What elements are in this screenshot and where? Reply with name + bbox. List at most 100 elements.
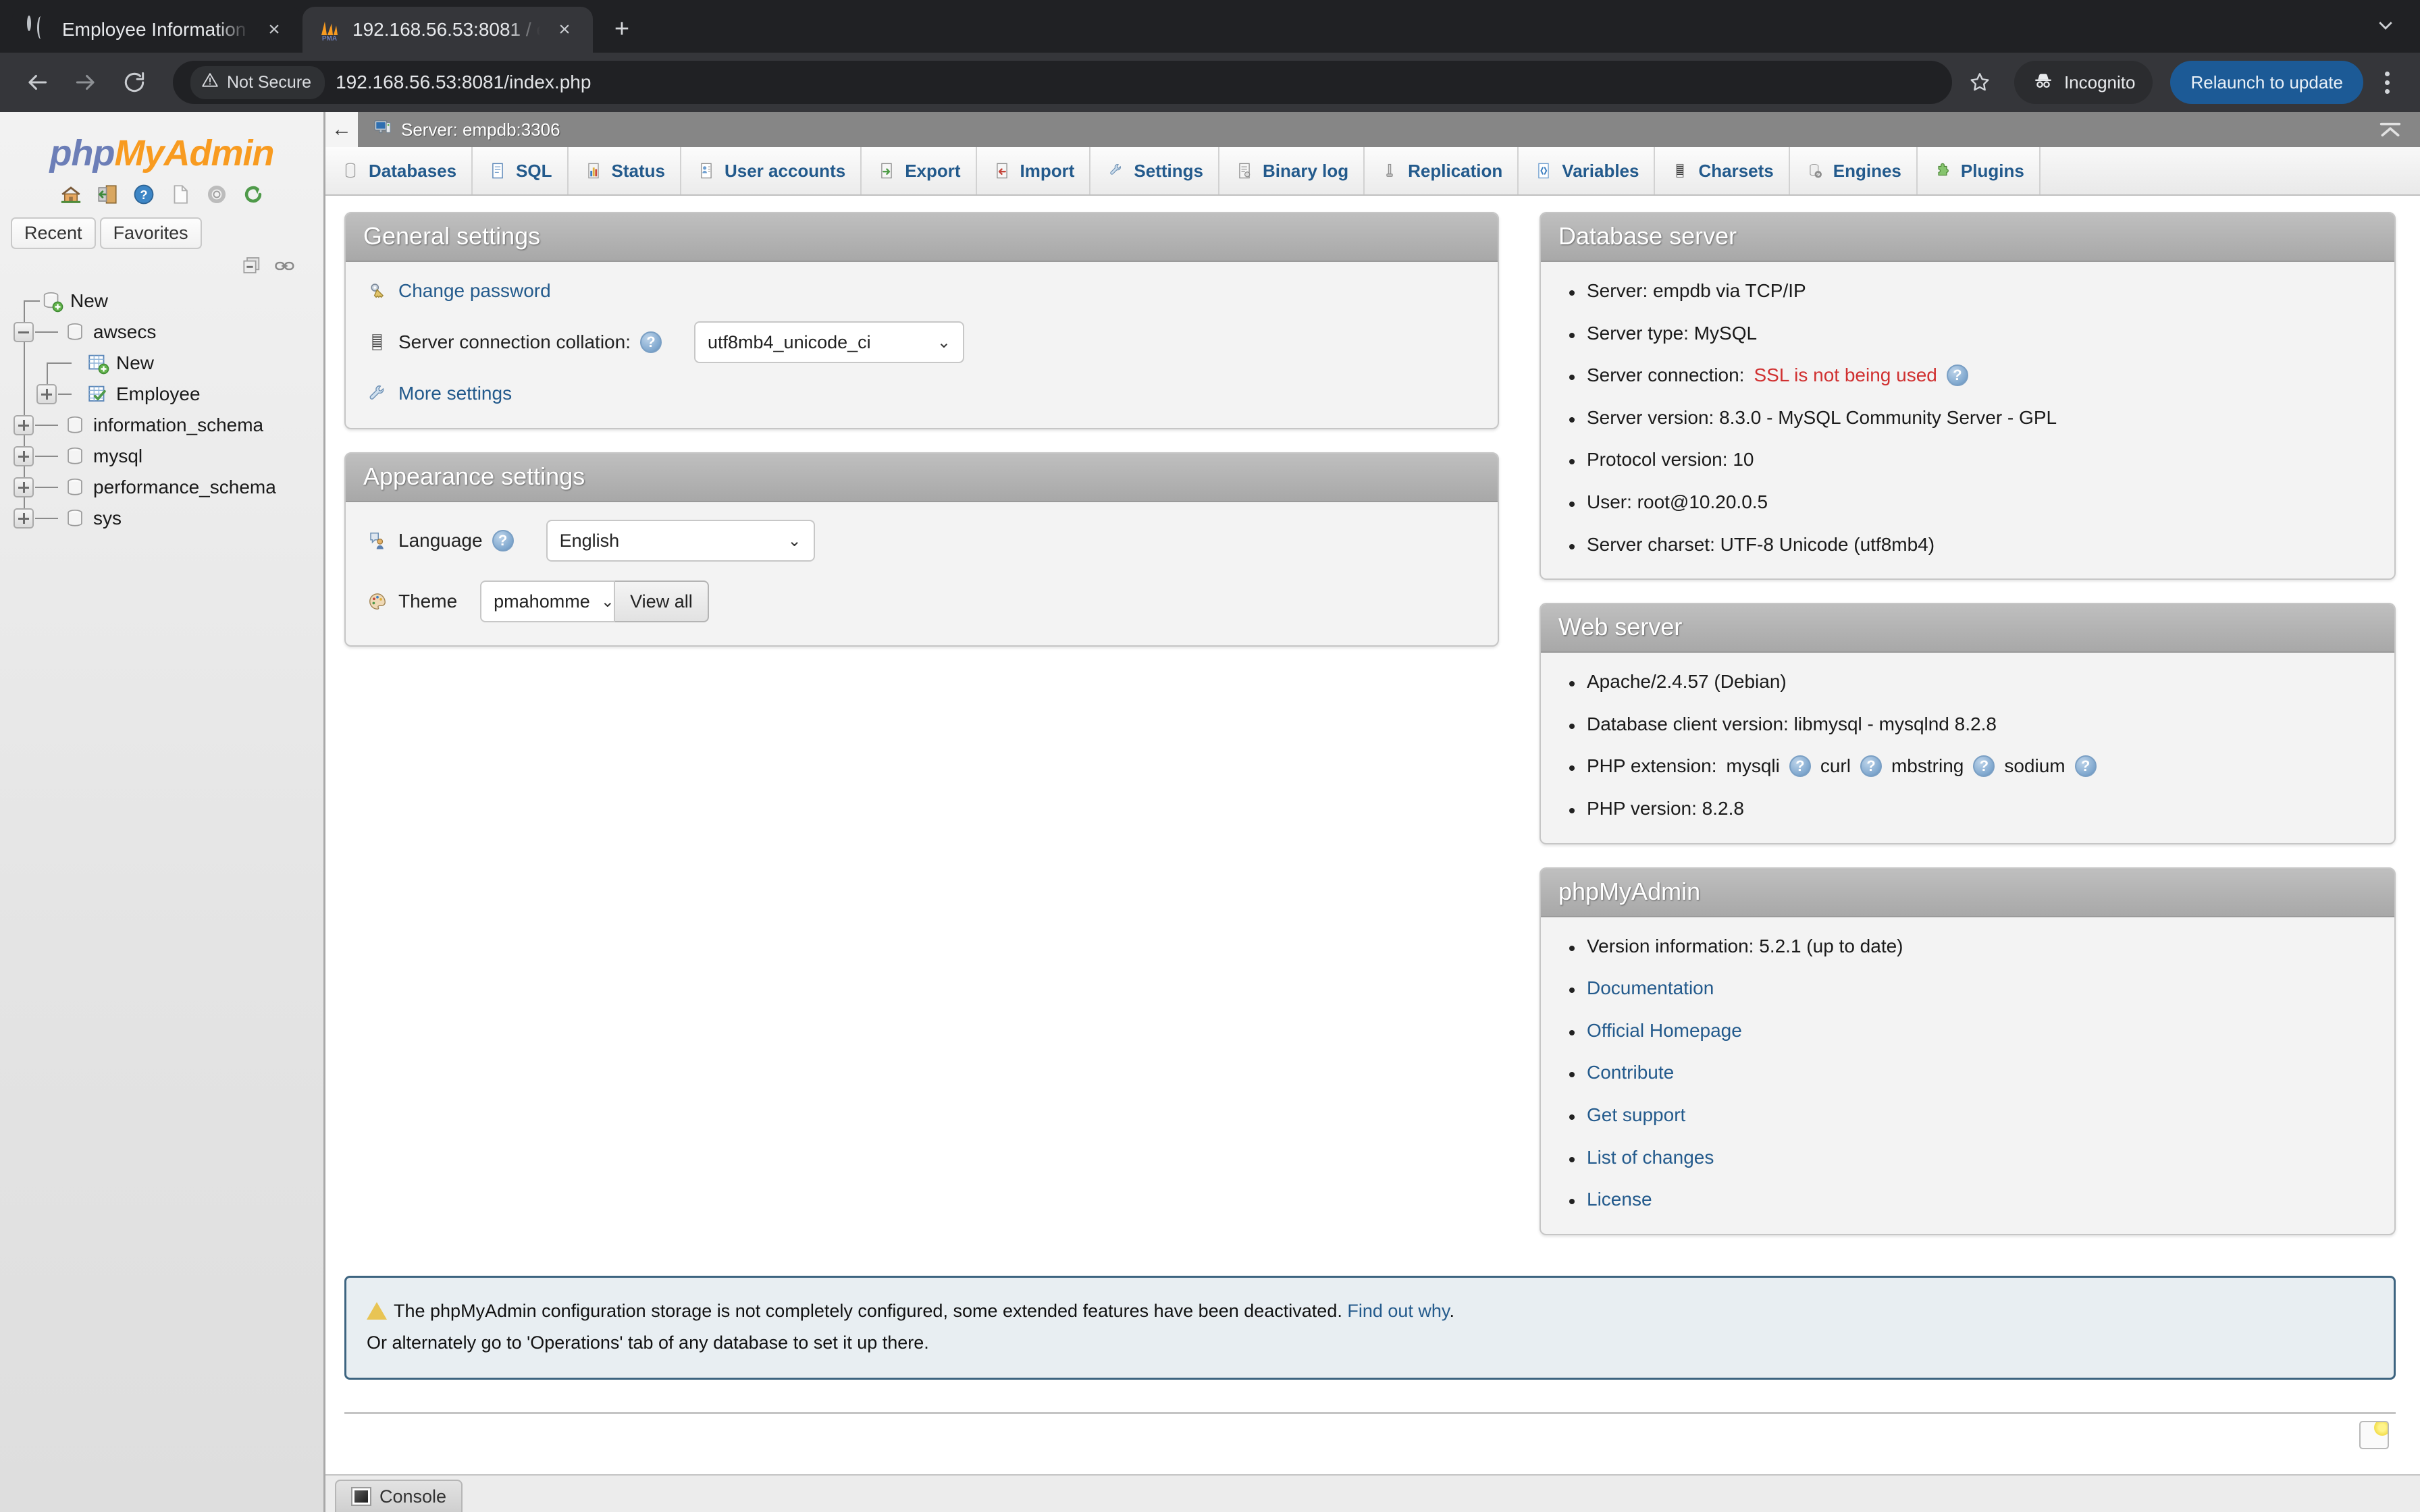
panel-title: Appearance settings — [346, 454, 1498, 502]
incognito-indicator[interactable]: Incognito — [2014, 61, 2153, 104]
documentation-link[interactable]: Documentation — [1587, 977, 1714, 1000]
relaunch-to-update-button[interactable]: Relaunch to update — [2170, 61, 2363, 104]
find-out-why-link[interactable]: Find out why — [1347, 1301, 1449, 1321]
list-item[interactable]: Get support — [1561, 1104, 2374, 1127]
tree-item-awsecs[interactable]: awsecs — [12, 317, 323, 348]
expand-toggle-information-schema[interactable] — [14, 415, 34, 435]
tab-label: SQL — [516, 161, 552, 182]
help-icon[interactable]: ? — [2075, 755, 2097, 777]
link-with-main-panel-icon[interactable] — [273, 256, 296, 276]
close-icon[interactable]: × — [261, 16, 288, 43]
help-icon[interactable]: ? — [492, 530, 514, 551]
documentation-icon[interactable] — [167, 181, 194, 208]
address-bar[interactable]: Not Secure 192.168.56.53:8081/index.php — [173, 61, 1952, 104]
phpmyadmin-logo[interactable]: phpMyAdmin — [0, 132, 323, 174]
new-tab-button[interactable]: + — [602, 9, 641, 49]
list-item[interactable]: License — [1561, 1188, 2374, 1211]
expand-toggle-employee[interactable] — [36, 384, 57, 404]
version-information: Version information: 5.2.1 (up to date) — [1587, 935, 1903, 958]
tab-variables[interactable]: Variables — [1519, 147, 1655, 194]
main-panel: ← Server: empdb:3306 — [325, 112, 2420, 1512]
contribute-link[interactable]: Contribute — [1587, 1061, 1674, 1084]
open-new-window-icon[interactable] — [2359, 1421, 2389, 1449]
change-password-row[interactable]: Change password — [366, 279, 1477, 302]
tree-item-performance-schema[interactable]: performance_schema — [12, 472, 323, 503]
license-link[interactable]: License — [1587, 1188, 1652, 1211]
language-select[interactable]: English ⌄ — [546, 520, 815, 562]
list-item[interactable]: Documentation — [1561, 977, 2374, 1000]
tree-item-sys[interactable]: sys — [12, 503, 323, 534]
close-icon[interactable]: × — [551, 16, 578, 43]
back-button[interactable] — [16, 61, 58, 103]
view-all-themes-button[interactable]: View all — [615, 580, 709, 622]
tree-item-employee[interactable]: Employee — [12, 379, 323, 410]
list-item[interactable]: Official Homepage — [1561, 1019, 2374, 1042]
tree-line — [12, 503, 35, 534]
help-icon[interactable]: ? — [130, 181, 157, 208]
bookmark-star-icon[interactable] — [1959, 61, 2001, 103]
help-icon[interactable]: ? — [1947, 364, 1968, 386]
tab-user-accounts[interactable]: User accounts — [681, 147, 862, 194]
home-icon[interactable] — [57, 181, 84, 208]
list-item[interactable]: List of changes — [1561, 1146, 2374, 1169]
expand-toggle-performance-schema[interactable] — [14, 477, 34, 497]
expand-toggle-sys[interactable] — [14, 508, 34, 529]
tab-import[interactable]: Import — [977, 147, 1091, 194]
tab-plugins[interactable]: Plugins — [1918, 147, 2041, 194]
tab-engines[interactable]: Engines — [1790, 147, 1918, 194]
more-settings-link[interactable]: More settings — [398, 383, 512, 404]
sidebar-tab-recent[interactable]: Recent — [11, 217, 96, 249]
tree-item-new-database[interactable]: New — [12, 286, 323, 317]
list-item[interactable]: Contribute — [1561, 1061, 2374, 1084]
notice-second-line: Or alternately go to 'Operations' tab of… — [367, 1332, 929, 1353]
tab-replication[interactable]: Replication — [1365, 147, 1519, 194]
help-icon[interactable]: ? — [1789, 755, 1811, 777]
tree-item-information-schema[interactable]: information_schema — [12, 410, 323, 441]
tree-label: sys — [93, 508, 122, 529]
expand-toggle-mysql[interactable] — [14, 446, 34, 466]
forward-button[interactable] — [65, 61, 107, 103]
tab-databases[interactable]: Databases — [325, 147, 473, 194]
browser-tab-phpmyadmin[interactable]: PMA 192.168.56.53:8081 / empdb × — [302, 7, 593, 53]
collapse-all-icon[interactable] — [241, 256, 264, 276]
list-item: Version information: 5.2.1 (up to date) — [1561, 935, 2374, 958]
kebab-menu-icon[interactable] — [2370, 61, 2404, 104]
get-support-link[interactable]: Get support — [1587, 1104, 1685, 1127]
help-icon[interactable]: ? — [1973, 755, 1995, 777]
chevron-down-icon[interactable] — [2367, 7, 2404, 43]
tree-item-mysql[interactable]: mysql — [12, 441, 323, 472]
browser-tab-employee-information[interactable]: Employee Information × — [12, 7, 302, 53]
tab-status[interactable]: Status — [569, 147, 681, 194]
security-status-badge[interactable]: Not Secure — [190, 66, 325, 99]
help-icon[interactable]: ? — [1860, 755, 1882, 777]
collapse-panel-icon[interactable] — [2374, 115, 2406, 144]
console-toggle-button[interactable]: Console — [335, 1480, 463, 1512]
reload-navigation-icon[interactable] — [240, 181, 267, 208]
theme-select[interactable]: pmahomme ⌄ — [480, 580, 615, 622]
collation-select[interactable]: utf8mb4_unicode_ci ⌄ — [694, 321, 964, 363]
tab-binary-log[interactable]: Binary log — [1219, 147, 1365, 194]
tab-label: Binary log — [1263, 161, 1348, 182]
tree-line — [35, 317, 58, 348]
language-icon — [366, 529, 389, 552]
more-settings-row[interactable]: More settings — [366, 382, 1477, 405]
navigation-toggle-button[interactable]: ← — [325, 112, 358, 147]
sidebar-tab-favorites[interactable]: Favorites — [100, 217, 202, 249]
collapse-toggle-awsecs[interactable] — [14, 322, 34, 342]
tree-line — [35, 348, 58, 379]
tree-label: mysql — [93, 446, 142, 467]
change-password-link[interactable]: Change password — [398, 280, 551, 302]
tab-sql[interactable]: SQL — [473, 147, 568, 194]
tab-charsets[interactable]: Charsets — [1655, 147, 1789, 194]
key-lock-icon — [366, 279, 389, 302]
logout-icon[interactable] — [94, 181, 121, 208]
tab-export[interactable]: Export — [862, 147, 976, 194]
settings-gear-icon[interactable] — [203, 181, 230, 208]
tree-item-new-table[interactable]: New — [12, 348, 323, 379]
tab-settings[interactable]: Settings — [1090, 147, 1219, 194]
database-icon — [63, 445, 86, 468]
reload-button[interactable] — [113, 61, 155, 103]
list-of-changes-link[interactable]: List of changes — [1587, 1146, 1714, 1169]
help-icon[interactable]: ? — [640, 331, 662, 353]
official-homepage-link[interactable]: Official Homepage — [1587, 1019, 1742, 1042]
